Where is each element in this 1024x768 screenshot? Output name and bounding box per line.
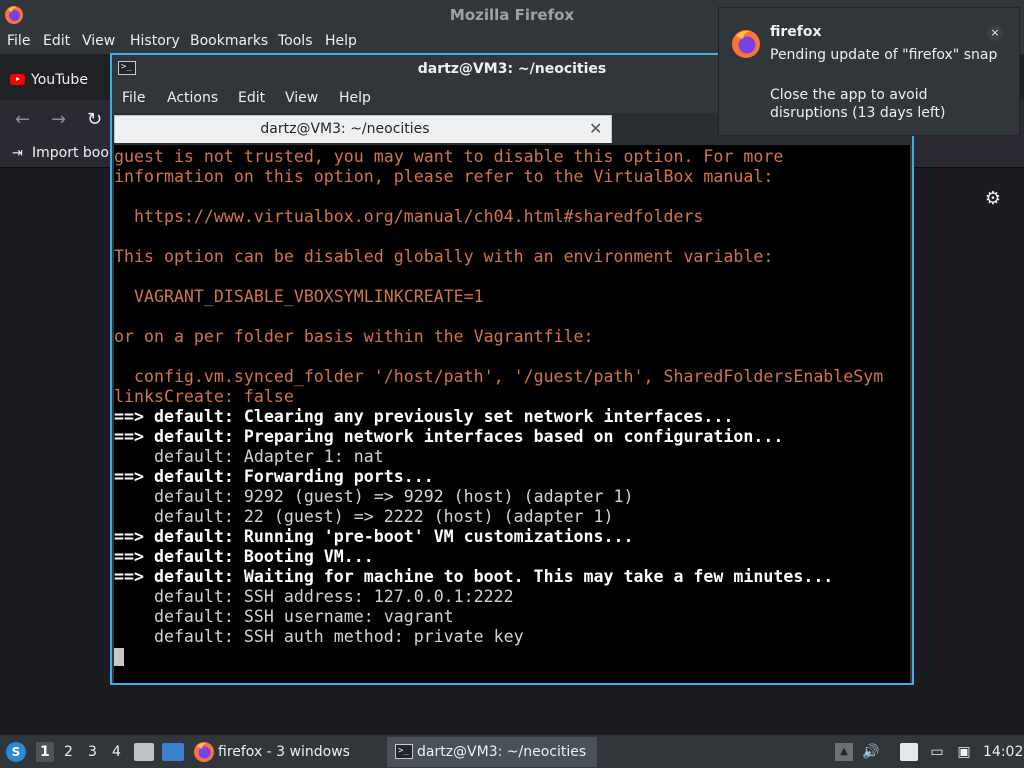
terminal-menu-actions[interactable]: Actions bbox=[167, 90, 218, 106]
network-icon[interactable]: ▭ bbox=[928, 743, 946, 761]
close-tab-icon[interactable]: ✕ bbox=[589, 119, 602, 138]
terminal-line: default: Adapter 1: nat bbox=[114, 447, 384, 466]
terminal-line: default: SSH address: 127.0.0.1:2222 bbox=[114, 587, 514, 606]
firefox-menu-view[interactable]: View bbox=[82, 33, 115, 49]
terminal-line: ==> default: Clearing any previously set… bbox=[114, 407, 734, 426]
firefox-menu-history[interactable]: History bbox=[130, 33, 180, 49]
firefox-menu-file[interactable]: File bbox=[7, 33, 30, 49]
terminal-line: ==> default: Running 'pre-boot' VM custo… bbox=[114, 527, 634, 546]
terminal-menu-view[interactable]: View bbox=[285, 90, 318, 106]
terminal-icon: >_ bbox=[395, 744, 413, 759]
gear-icon[interactable]: ⚙ bbox=[983, 189, 1003, 209]
terminal-line: or on a per folder basis within the Vagr… bbox=[114, 327, 594, 346]
notification-summary: Pending update of "firefox" snap bbox=[770, 47, 998, 63]
terminal-line: This option can be disabled globally wit… bbox=[114, 247, 774, 266]
cursor bbox=[114, 648, 124, 666]
notification-body: Close the app to avoid disruptions (13 d… bbox=[770, 87, 946, 121]
terminal-output[interactable]: guest is not trusted, you may want to di… bbox=[114, 145, 910, 683]
show-desktop-icon[interactable] bbox=[162, 743, 184, 761]
terminal-line: information on this option, please refer… bbox=[114, 167, 774, 186]
file-manager-icon[interactable] bbox=[134, 743, 154, 761]
terminal-line: guest is not trusted, you may want to di… bbox=[114, 147, 784, 166]
firefox-tab-label: YouTube bbox=[31, 72, 88, 88]
terminal-line: ==> default: Waiting for machine to boot… bbox=[114, 567, 834, 586]
reload-icon[interactable]: ↻ bbox=[87, 109, 102, 130]
tray-expand-icon[interactable]: ▲ bbox=[835, 743, 853, 761]
update-notification[interactable]: firefox × Pending update of "firefox" sn… bbox=[718, 7, 1020, 136]
firefox-tab-youtube[interactable]: YouTube bbox=[0, 58, 112, 96]
firefox-menu-tools[interactable]: Tools bbox=[278, 33, 313, 49]
terminal-line: linksCreate: false bbox=[114, 387, 294, 406]
terminal-line: config.vm.synced_folder '/host/path', '/… bbox=[114, 367, 884, 386]
terminal-line: default: 9292 (guest) => 9292 (host) (ad… bbox=[114, 487, 634, 506]
terminal-task-button[interactable]: >_ dartz@VM3: ~/neocities bbox=[387, 737, 597, 767]
clipboard-icon[interactable] bbox=[900, 743, 918, 761]
terminal-tab[interactable]: dartz@VM3: ~/neocities ✕ bbox=[114, 115, 612, 143]
workspace-2[interactable]: 2 bbox=[64, 744, 73, 760]
back-arrow-icon[interactable]: ← bbox=[15, 109, 30, 130]
terminal-menu-help[interactable]: Help bbox=[339, 90, 371, 106]
terminal-line: default: SSH username: vagrant bbox=[114, 607, 454, 626]
firefox-menu-help[interactable]: Help bbox=[325, 33, 357, 49]
updates-icon[interactable]: ▣ bbox=[955, 743, 973, 761]
terminal-menu-file[interactable]: File bbox=[122, 90, 145, 106]
notification-app-name: firefox bbox=[770, 24, 822, 40]
terminal-menu-edit[interactable]: Edit bbox=[238, 90, 265, 106]
firefox-logo-icon bbox=[732, 30, 760, 58]
terminal-window: >_ dartz@VM3: ~/neocities File Actions E… bbox=[110, 53, 914, 685]
terminal-tab-label: dartz@VM3: ~/neocities bbox=[260, 121, 430, 137]
terminal-line: ==> default: Preparing network interface… bbox=[114, 427, 784, 446]
firefox-menu-edit[interactable]: Edit bbox=[43, 33, 70, 49]
terminal-lines: guest is not trusted, you may want to di… bbox=[114, 147, 883, 667]
forward-arrow-icon[interactable]: → bbox=[51, 109, 66, 130]
terminal-task-label: dartz@VM3: ~/neocities bbox=[417, 744, 587, 760]
youtube-icon bbox=[10, 74, 25, 85]
terminal-line: VAGRANT_DISABLE_VBOXSYMLINKCREATE=1 bbox=[114, 287, 484, 306]
firefox-menu-bookmarks[interactable]: Bookmarks bbox=[190, 33, 268, 49]
firefox-logo-icon[interactable] bbox=[193, 741, 215, 763]
terminal-line: ==> default: Forwarding ports... bbox=[114, 467, 434, 486]
terminal-line: default: 22 (guest) => 2222 (host) (adap… bbox=[114, 507, 614, 526]
close-icon[interactable]: × bbox=[987, 25, 1003, 41]
clock[interactable]: 14:02 bbox=[983, 744, 1023, 760]
terminal-cursor-line bbox=[114, 647, 883, 667]
volume-icon[interactable]: 🔊 bbox=[862, 743, 880, 761]
terminal-line: default: SSH auth method: private key bbox=[114, 627, 524, 646]
firefox-task-button[interactable]: firefox - 3 windows bbox=[218, 744, 350, 760]
start-menu-icon[interactable]: S bbox=[6, 742, 26, 762]
import-icon: ⇥ bbox=[12, 146, 23, 161]
taskbar: S 1 2 3 4 firefox - 3 windows >_ dartz@V… bbox=[0, 734, 1024, 768]
terminal-line: ==> default: Booting VM... bbox=[114, 547, 374, 566]
workspace-3[interactable]: 3 bbox=[88, 744, 97, 760]
terminal-line: https://www.virtualbox.org/manual/ch04.h… bbox=[114, 207, 704, 226]
workspace-4[interactable]: 4 bbox=[112, 744, 121, 760]
workspace-1[interactable]: 1 bbox=[36, 742, 54, 762]
import-bookmarks-link[interactable]: Import book bbox=[32, 145, 117, 161]
